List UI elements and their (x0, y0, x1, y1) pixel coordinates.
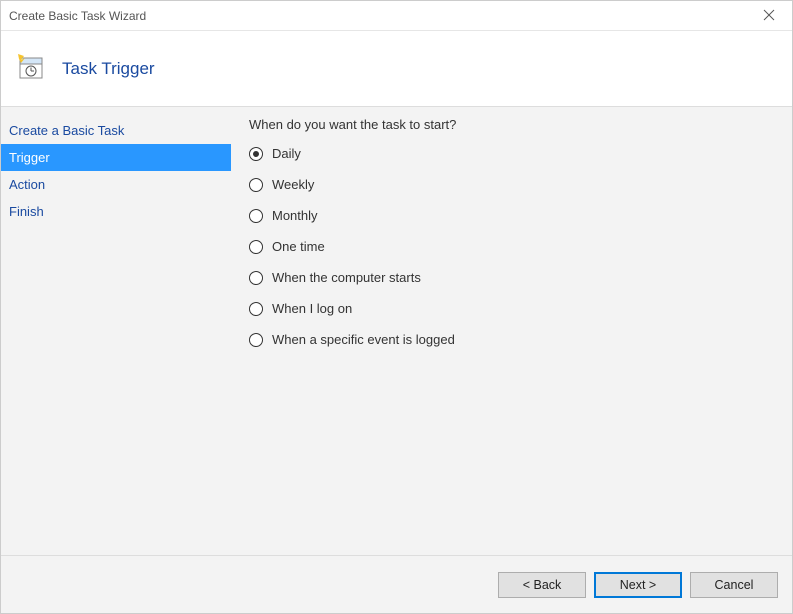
radio-icon (249, 271, 263, 285)
radio-icon (249, 178, 263, 192)
option-label: Monthly (272, 208, 318, 223)
radio-icon (249, 147, 263, 161)
option-label: Weekly (272, 177, 314, 192)
content-area: Create a Basic Task Trigger Action Finis… (1, 107, 792, 555)
option-computer-starts[interactable]: When the computer starts (249, 270, 774, 285)
prompt-text: When do you want the task to start? (249, 117, 774, 132)
back-button[interactable]: < Back (498, 572, 586, 598)
option-label: When the computer starts (272, 270, 421, 285)
option-log-on[interactable]: When I log on (249, 301, 774, 316)
titlebar: Create Basic Task Wizard (1, 1, 792, 31)
nav-item-trigger[interactable]: Trigger (1, 144, 231, 171)
option-label: When I log on (272, 301, 352, 316)
radio-icon (249, 302, 263, 316)
nav-item-finish[interactable]: Finish (1, 198, 231, 225)
radio-icon (249, 333, 263, 347)
option-monthly[interactable]: Monthly (249, 208, 774, 223)
radio-icon (249, 240, 263, 254)
option-label: When a specific event is logged (272, 332, 455, 347)
cancel-button[interactable]: Cancel (690, 572, 778, 598)
window-title: Create Basic Task Wizard (9, 9, 754, 23)
wizard-header: Task Trigger (1, 31, 792, 107)
option-one-time[interactable]: One time (249, 239, 774, 254)
wizard-sidebar: Create a Basic Task Trigger Action Finis… (1, 107, 231, 555)
nav-item-action[interactable]: Action (1, 171, 231, 198)
wizard-icon (16, 52, 46, 85)
option-label: Daily (272, 146, 301, 161)
radio-icon (249, 209, 263, 223)
nav-item-create-basic-task[interactable]: Create a Basic Task (1, 117, 231, 144)
option-weekly[interactable]: Weekly (249, 177, 774, 192)
main-panel: When do you want the task to start? Dail… (231, 107, 792, 555)
option-daily[interactable]: Daily (249, 146, 774, 161)
close-icon[interactable] (754, 8, 784, 24)
page-title: Task Trigger (62, 59, 155, 79)
option-event-logged[interactable]: When a specific event is logged (249, 332, 774, 347)
wizard-footer: < Back Next > Cancel (1, 555, 792, 613)
option-label: One time (272, 239, 325, 254)
next-button[interactable]: Next > (594, 572, 682, 598)
